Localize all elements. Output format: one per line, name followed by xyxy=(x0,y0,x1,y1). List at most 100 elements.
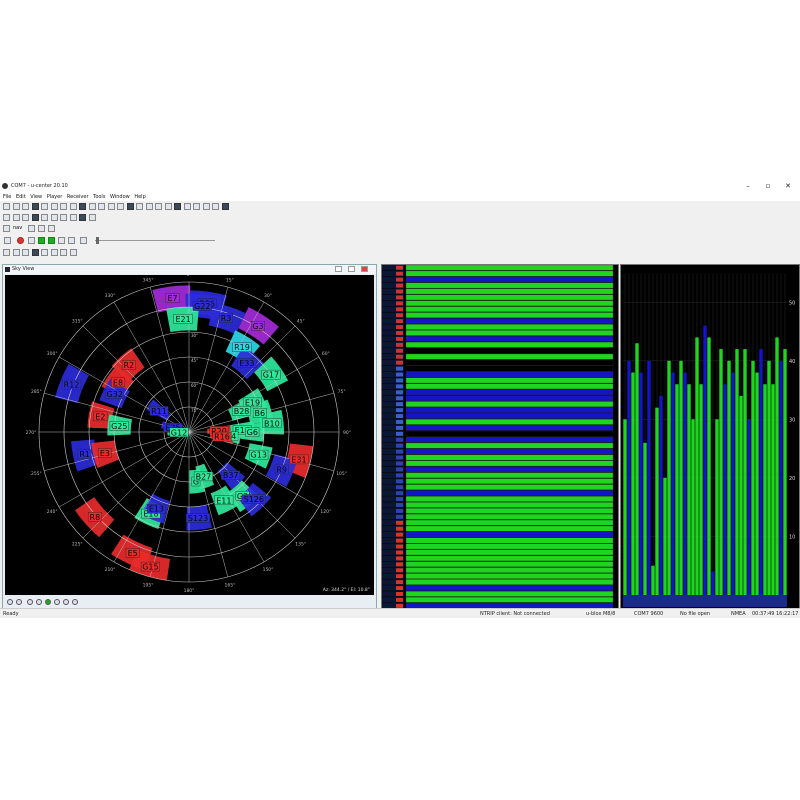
zoom-out-icon[interactable] xyxy=(16,599,22,605)
signal-bar[interactable] xyxy=(759,349,763,595)
signal-bar[interactable] xyxy=(715,419,719,595)
channel-row[interactable] xyxy=(405,300,614,307)
view-tool-22-icon[interactable] xyxy=(202,203,210,210)
channel-row[interactable] xyxy=(405,359,614,366)
tools-tool-5-icon[interactable] xyxy=(41,249,48,256)
file-tool-5-icon[interactable] xyxy=(41,214,48,221)
pane-maximize-button[interactable] xyxy=(348,266,355,272)
channel-row[interactable] xyxy=(405,591,614,597)
menu-edit[interactable]: Edit xyxy=(16,193,26,201)
file-tool-4-icon[interactable] xyxy=(31,214,39,221)
pane-close-button[interactable] xyxy=(361,266,368,272)
satellite-label-E33[interactable]: E33 xyxy=(239,359,254,368)
fast-forward-icon[interactable] xyxy=(48,237,55,244)
channel-row[interactable] xyxy=(405,371,614,378)
document-icon[interactable] xyxy=(38,225,45,232)
channel-row[interactable] xyxy=(405,347,614,354)
channel-row[interactable] xyxy=(405,395,614,401)
satellite-label-B6[interactable]: B6 xyxy=(255,409,266,418)
signal-bar[interactable] xyxy=(731,372,735,595)
signal-bar[interactable] xyxy=(739,395,743,595)
view-tool-1-icon[interactable] xyxy=(3,203,10,210)
view-tool-12-icon[interactable] xyxy=(107,203,115,210)
tools-tool-2-icon[interactable] xyxy=(12,249,20,256)
channel-row[interactable] xyxy=(405,531,614,538)
tools-tool-8-icon[interactable] xyxy=(69,249,77,256)
move-icon[interactable] xyxy=(54,599,60,605)
view-tool-19-icon[interactable] xyxy=(174,203,181,210)
satellite-label-G12[interactable]: G12 xyxy=(171,428,187,437)
file-tool-8-icon[interactable] xyxy=(69,214,77,221)
satellite-label-E5[interactable]: E5 xyxy=(128,549,138,558)
channel-row[interactable] xyxy=(405,579,614,585)
menu-file[interactable]: File xyxy=(3,193,11,201)
person-icon[interactable] xyxy=(48,225,55,232)
satellite-label-E21[interactable]: E21 xyxy=(175,315,190,324)
satellite-label-E8[interactable]: E8 xyxy=(113,378,123,387)
status-port[interactable]: COM7 9600 xyxy=(634,609,663,618)
signal-bar[interactable] xyxy=(623,419,627,595)
channel-row[interactable] xyxy=(405,419,614,425)
signal-bar[interactable] xyxy=(727,360,731,595)
pause-icon[interactable] xyxy=(28,237,35,244)
satellite-label-G22[interactable]: G22 xyxy=(194,302,210,311)
signal-bar[interactable] xyxy=(675,384,679,595)
signal-bar[interactable] xyxy=(775,337,779,595)
view-tool-5-icon[interactable] xyxy=(41,203,48,210)
satellite-label-E31[interactable]: E31 xyxy=(291,455,306,464)
menu-window[interactable]: Window xyxy=(110,193,130,201)
file-tool-7-icon[interactable] xyxy=(60,214,67,221)
satellite-label-R3[interactable]: R3 xyxy=(221,314,232,323)
satellite-label-B37[interactable]: B37 xyxy=(223,471,239,480)
signal-bar[interactable] xyxy=(647,360,651,595)
satellite-label-R19[interactable]: R19 xyxy=(234,343,250,352)
eye-icon[interactable] xyxy=(45,599,51,605)
signal-bar[interactable] xyxy=(771,384,775,595)
menu-tools[interactable]: Tools xyxy=(93,193,105,201)
channel-row[interactable] xyxy=(405,430,614,437)
signal-bar[interactable] xyxy=(763,384,767,595)
tools-tool-6-icon[interactable] xyxy=(50,249,58,256)
signal-bar[interactable] xyxy=(651,565,655,595)
view-tool-14-icon[interactable] xyxy=(126,203,134,210)
signal-bar[interactable] xyxy=(663,477,667,595)
view-tool-15-icon[interactable] xyxy=(136,203,143,210)
view-tool-8-icon[interactable] xyxy=(69,203,77,210)
channel-row[interactable] xyxy=(405,270,614,277)
channel-row[interactable] xyxy=(405,448,614,455)
menu-player[interactable]: Player xyxy=(47,193,63,201)
signal-bar[interactable] xyxy=(667,360,671,595)
nav-select[interactable]: nav xyxy=(13,225,22,231)
view-tool-6-icon[interactable] xyxy=(50,203,58,210)
satellite-label-R1[interactable]: R1 xyxy=(79,450,90,459)
menu-view[interactable]: View xyxy=(30,193,42,201)
satellite-label-G32[interactable]: G32 xyxy=(107,390,123,399)
signal-bar[interactable] xyxy=(655,407,659,595)
channel-row[interactable] xyxy=(405,288,614,295)
satellite-label-R11[interactable]: R11 xyxy=(151,407,167,416)
satellite-label-E11[interactable]: E11 xyxy=(216,496,231,505)
view-tool-13-icon[interactable] xyxy=(117,203,124,210)
signal-bar[interactable] xyxy=(679,360,683,595)
step-icon[interactable] xyxy=(58,237,65,244)
signal-bar[interactable] xyxy=(643,442,647,595)
file-tool-10-icon[interactable] xyxy=(88,214,96,221)
channel-row[interactable] xyxy=(405,519,614,526)
signal-bar[interactable] xyxy=(755,372,759,595)
signal-bar[interactable] xyxy=(695,337,699,595)
satellite-label-B27[interactable]: B27 xyxy=(196,472,212,481)
satellite-label-G3[interactable]: G3 xyxy=(252,322,263,331)
satellite-label-R12[interactable]: R12 xyxy=(64,381,80,390)
channel-row[interactable] xyxy=(405,567,614,573)
view-tool-9-icon[interactable] xyxy=(79,203,86,210)
signal-bar[interactable] xyxy=(735,349,739,595)
channel-row[interactable] xyxy=(405,543,614,550)
status-ntrip[interactable]: NTRIP client: Not connected xyxy=(480,609,550,618)
channel-row[interactable] xyxy=(405,460,614,467)
play-icon[interactable] xyxy=(38,237,45,244)
file-tool-2-icon[interactable] xyxy=(12,214,20,221)
channel-row[interactable] xyxy=(405,407,614,413)
channel-row[interactable] xyxy=(405,294,614,301)
satellite-label-S126[interactable]: S126 xyxy=(244,495,264,504)
file-tool-6-icon[interactable] xyxy=(50,214,58,221)
